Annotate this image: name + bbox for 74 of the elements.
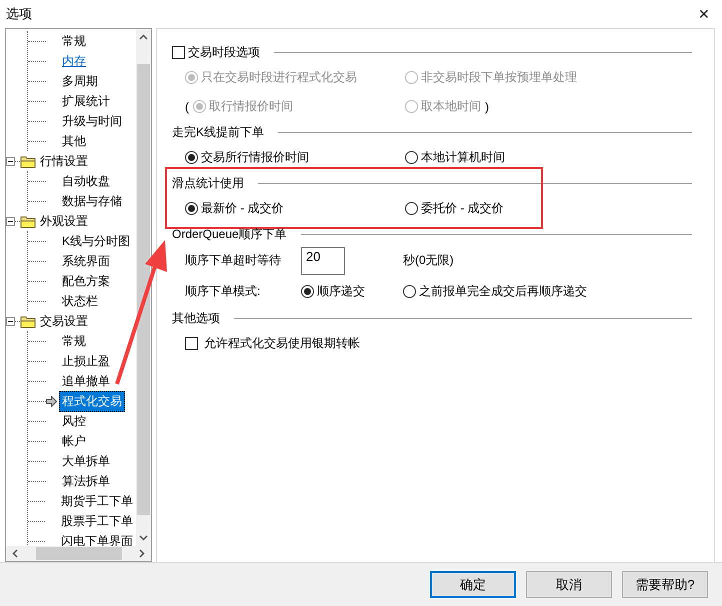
option-label: 之前报单完全成交后再顺序递交 [419, 283, 587, 300]
collapse-icon[interactable] [6, 156, 15, 166]
collapse-icon[interactable] [6, 216, 15, 226]
checkbox[interactable] [172, 46, 185, 58]
checkbox[interactable] [185, 337, 198, 350]
radio-button[interactable] [185, 151, 198, 164]
input-field[interactable]: 20 [301, 246, 345, 274]
tree-item[interactable]: 多周期 [59, 70, 101, 92]
option-label: 本地计算机时间 [421, 149, 505, 166]
dialog-button[interactable]: 取消 [526, 571, 612, 598]
tree-item[interactable]: 期货手工下单 [58, 490, 136, 512]
option-label: 最新价 - 成交价 [201, 200, 284, 217]
option-label: 只在交易时段进行程式化交易 [201, 69, 357, 86]
tree-item[interactable]: 风控 [59, 410, 89, 432]
horizontal-scrollbar[interactable] [6, 546, 151, 561]
tree-item[interactable]: 数据与存储 [59, 190, 125, 212]
close-button[interactable]: ✕ [694, 6, 714, 22]
option-label: 委托价 - 成交价 [421, 200, 504, 217]
field-label: 顺序下单超时等待 [185, 252, 281, 269]
scroll-right-icon[interactable] [139, 549, 145, 558]
radio-button[interactable] [301, 285, 314, 298]
tree-item[interactable]: 常规 [59, 30, 89, 52]
tree-item[interactable]: K线与分时图 [59, 230, 134, 252]
tree-item[interactable]: 帐户 [59, 430, 89, 452]
field-label: 秒(0无限) [403, 252, 454, 269]
tree-item[interactable]: 股票手工下单 [58, 510, 136, 532]
tree-item[interactable]: 自动收盘 [59, 170, 113, 192]
option-label: 交易所行情报价时间 [201, 149, 309, 166]
option-label: 允许程式化交易使用银期转帐 [204, 335, 360, 352]
tree-item[interactable]: 配色方案 [59, 270, 113, 292]
dialog-button[interactable]: 确定 [430, 571, 516, 598]
pointer-arrow-icon [46, 396, 57, 406]
tree-item[interactable]: 其他 [59, 130, 89, 152]
vertical-scrollbar[interactable] [136, 29, 151, 546]
tree-item[interactable]: 扩展统计 [59, 90, 113, 112]
window-title: 选项 [6, 5, 32, 23]
tree-item[interactable]: 内存 [59, 50, 89, 72]
folder-icon [20, 154, 36, 168]
radio-button[interactable] [403, 285, 416, 298]
section-title: 其他选项 [172, 310, 220, 326]
folder-icon [20, 314, 36, 328]
field-label: ( [185, 100, 189, 114]
tree-item[interactable]: 常规 [59, 330, 89, 352]
tree-item[interactable]: 算法拆单 [59, 470, 113, 492]
tree-item[interactable]: 追单撤单 [59, 370, 113, 392]
option-label: 非交易时段下单按预埋单处理 [421, 69, 577, 86]
option-label: 顺序递交 [317, 283, 365, 300]
tree-item[interactable]: 止损止盈 [59, 350, 113, 372]
radio-button[interactable] [185, 202, 198, 215]
folder-icon [20, 214, 36, 228]
radio-button[interactable] [405, 202, 418, 215]
field-label: 顺序下单模式: [185, 283, 260, 300]
tree-item[interactable]: 大单拆单 [59, 450, 113, 472]
collapse-icon[interactable] [6, 316, 15, 326]
tree-item[interactable]: 交易设置 [40, 312, 88, 330]
tree-item[interactable]: 行情设置 [40, 152, 88, 170]
section-title: OrderQueue顺序下单 [172, 226, 287, 242]
field-label: ) [485, 100, 489, 114]
scroll-down-icon[interactable] [139, 535, 148, 541]
scroll-left-icon[interactable] [12, 549, 18, 558]
section-title: 滑点统计使用 [172, 174, 244, 192]
section-title: 走完K线提前下单 [172, 124, 264, 140]
tree-item[interactable]: 状态栏 [59, 290, 101, 312]
option-label: 取本地时间 [421, 98, 481, 115]
section-title: 交易时段选项 [188, 44, 260, 60]
tree-item[interactable]: 升级与时间 [59, 110, 125, 132]
scroll-up-icon[interactable] [139, 34, 148, 40]
tree-item[interactable]: 闪电下单界面 [58, 530, 136, 546]
tree-item[interactable]: 系统界面 [59, 250, 113, 272]
tree-item[interactable]: 程式化交易 [59, 390, 125, 412]
tree-item[interactable]: 外观设置 [40, 212, 88, 230]
dialog-button[interactable]: 需要帮助? [622, 571, 708, 598]
radio-button[interactable] [405, 151, 418, 164]
option-label: 取行情报价时间 [209, 98, 293, 115]
